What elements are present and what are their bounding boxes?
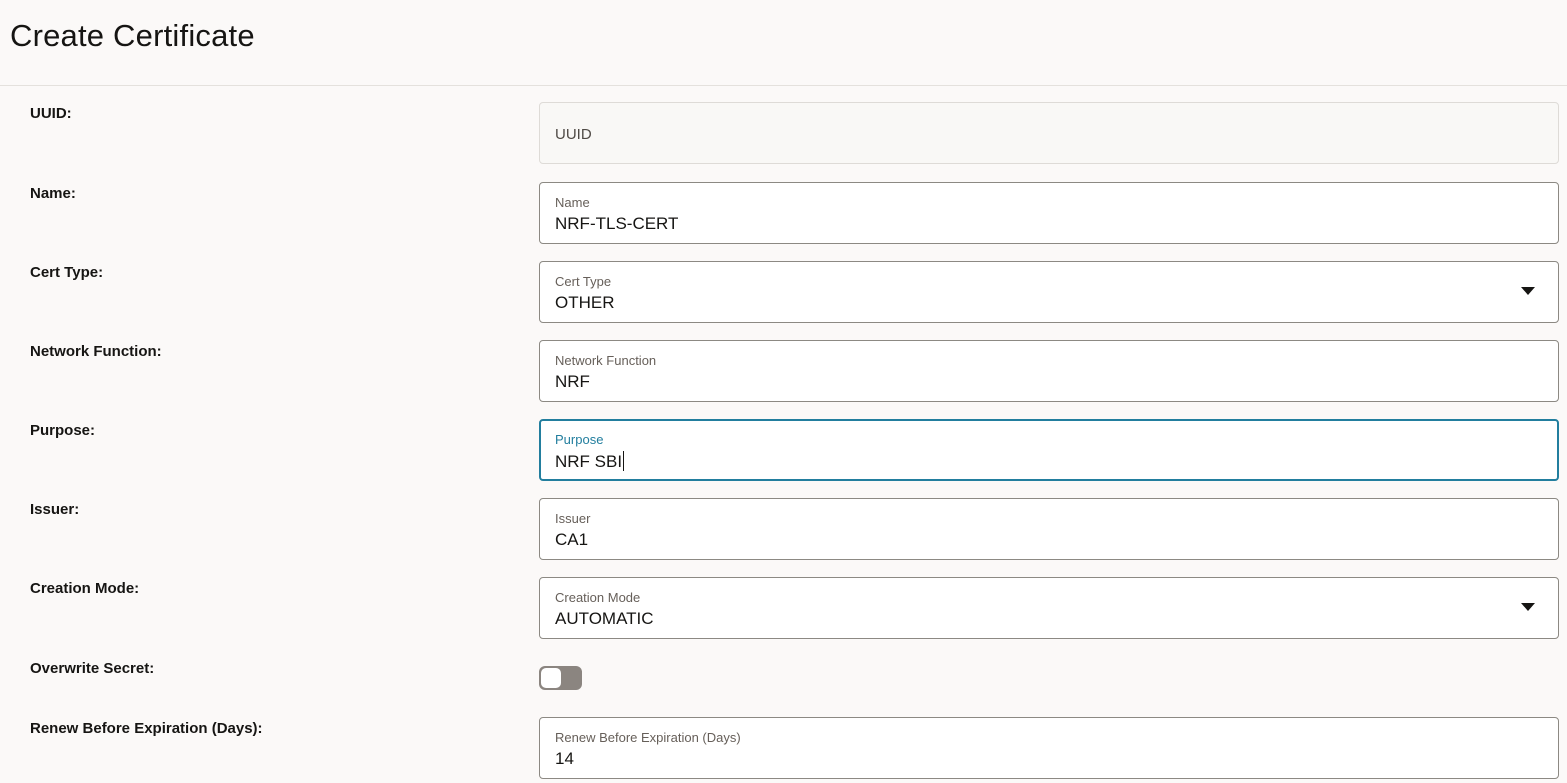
network-function-input[interactable]: Network Function NRF — [539, 340, 1559, 402]
cert-type-value: OTHER — [555, 293, 615, 312]
name-field-label: Name — [555, 195, 590, 210]
cert-type-select[interactable]: Cert Type OTHER — [539, 261, 1559, 323]
cert-type-field-label: Cert Type — [555, 274, 612, 289]
toggle-knob — [541, 668, 561, 688]
name-value: NRF-TLS-CERT — [555, 214, 679, 233]
chevron-down-icon[interactable] — [1521, 287, 1535, 295]
network-function-label: Network Function: — [30, 343, 162, 360]
issuer-value: CA1 — [555, 530, 589, 549]
chevron-down-icon[interactable] — [1521, 603, 1535, 611]
page-header: Create Certificate — [0, 0, 1567, 86]
purpose-label: Purpose: — [30, 422, 96, 439]
creation-mode-label: Creation Mode: — [30, 580, 140, 597]
creation-mode-select[interactable]: Creation Mode AUTOMATIC — [539, 577, 1559, 639]
renew-before-label: Renew Before Expiration (Days): — [30, 720, 263, 737]
page-title: Create Certificate — [10, 18, 255, 53]
cert-type-label: Cert Type: — [30, 264, 104, 281]
purpose-field-label: Purpose — [555, 432, 604, 447]
purpose-value-text: NRF SBI — [555, 452, 623, 471]
network-function-field-label: Network Function — [555, 353, 657, 368]
creation-mode-field-label: Creation Mode — [555, 590, 641, 605]
overwrite-secret-label: Overwrite Secret: — [30, 660, 155, 677]
renew-before-input[interactable]: Renew Before Expiration (Days) 14 — [539, 717, 1559, 779]
uuid-label: UUID: — [30, 105, 72, 122]
name-input[interactable]: Name NRF-TLS-CERT — [539, 182, 1559, 244]
overwrite-secret-toggle[interactable] — [539, 666, 582, 690]
creation-mode-value: AUTOMATIC — [555, 609, 654, 628]
network-function-value: NRF — [555, 372, 590, 391]
purpose-input[interactable]: Purpose NRF SBI — [539, 419, 1559, 481]
uuid-placeholder: UUID — [555, 126, 592, 143]
text-caret — [623, 451, 625, 471]
uuid-input[interactable]: UUID — [539, 102, 1559, 164]
issuer-field-label: Issuer — [555, 511, 591, 526]
issuer-label: Issuer: — [30, 501, 80, 518]
renew-before-value: 14 — [555, 749, 574, 768]
renew-before-field-label: Renew Before Expiration (Days) — [555, 730, 741, 745]
name-label: Name: — [30, 185, 76, 202]
issuer-input[interactable]: Issuer CA1 — [539, 498, 1559, 560]
purpose-value: NRF SBI — [555, 451, 625, 472]
